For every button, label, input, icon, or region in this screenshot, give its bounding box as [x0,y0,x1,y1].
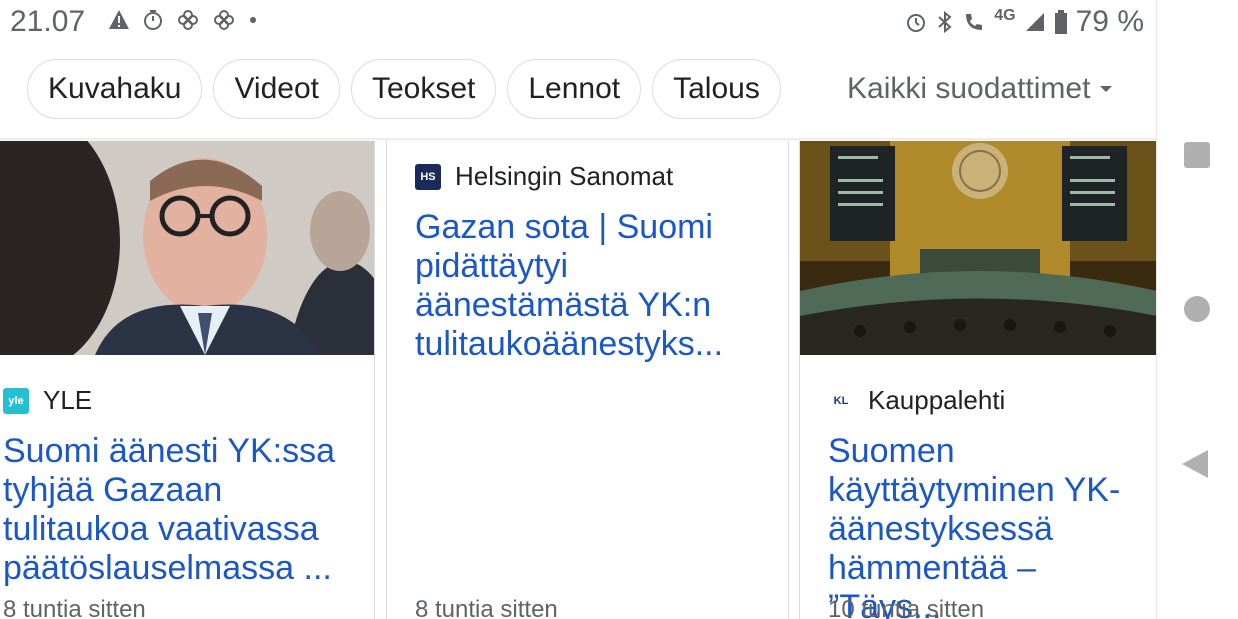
source-name: Kauppalehti [868,385,1006,415]
filter-chips: Kuvahaku Videot Teokset Lennot Talous [27,59,781,119]
news-source: HS Helsingin Sanomat [415,161,673,192]
back-icon[interactable] [1182,450,1208,478]
all-filters-label: Kaikki suodattimet [847,72,1091,105]
chip-talous[interactable]: Talous [652,59,781,119]
all-filters-dropdown[interactable]: Kaikki suodattimet [847,72,1113,106]
volte-call-icon [966,14,983,30]
news-headline[interactable]: Suomi äänesti YK:ssa tyhjää Gazaan tulit… [3,432,368,588]
source-name: Helsingin Sanomat [455,161,674,191]
chip-videot[interactable]: Videot [213,59,340,119]
chip-lennot[interactable]: Lennot [507,59,642,119]
news-source: KL Kauppalehti [828,385,1005,416]
news-source: yle YLE [3,385,92,416]
news-time-ago: 8 tuntia sitten [415,596,558,619]
signal-icon [1025,13,1044,31]
battery-icon [1054,10,1067,34]
yle-logo-icon: yle [3,387,29,414]
source-name: YLE [43,385,93,415]
kl-logo-icon: KL [828,387,854,414]
timer-icon [144,10,162,30]
fan-icon [214,10,234,30]
alarm-icon [907,14,926,32]
news-headline[interactable]: Gazan sota | Suomi pidättäytyi äänestämä… [415,208,775,364]
status-left-icons [108,8,258,32]
caret-down-icon [1100,86,1113,92]
warning-icon [109,10,129,29]
news-thumbnail [0,141,374,355]
network-type: 4G [994,7,1016,24]
bluetooth-icon [938,10,952,34]
news-headline[interactable]: Suomen käyttäytyminen YK-äänestyksessä h… [828,432,1156,619]
recent-apps-icon[interactable] [1184,142,1210,168]
news-card-yle[interactable]: yle YLE Suomi äänesti YK:ssa tyhjää Gaza… [0,141,375,619]
chip-teokset[interactable]: Teokset [350,59,497,119]
news-thumbnail [800,141,1156,355]
home-icon[interactable] [1184,296,1210,322]
news-time-ago: 10 tuntia sitten [828,596,985,619]
status-bar: 21.07 4G 79 % [0,0,1156,44]
hs-logo-icon: HS [415,163,441,190]
status-time: 21.07 [10,5,86,38]
phone-screen: 21.07 4G 79 % Kuvahaku Videot Teokset Le… [0,0,1156,619]
battery-percent: 79 % [1075,5,1144,38]
fan-icon [178,10,198,30]
chip-kuvahaku[interactable]: Kuvahaku [27,59,203,119]
dot-icon [250,17,256,23]
status-right-icons: 4G 79 % [904,5,1144,39]
news-time-ago: 8 tuntia sitten [3,596,146,619]
news-card-hs[interactable]: HS Helsingin Sanomat Gazan sota | Suomi … [386,141,789,619]
news-card-kauppalehti[interactable]: KL Kauppalehti Suomen käyttäytyminen YK-… [799,141,1156,619]
